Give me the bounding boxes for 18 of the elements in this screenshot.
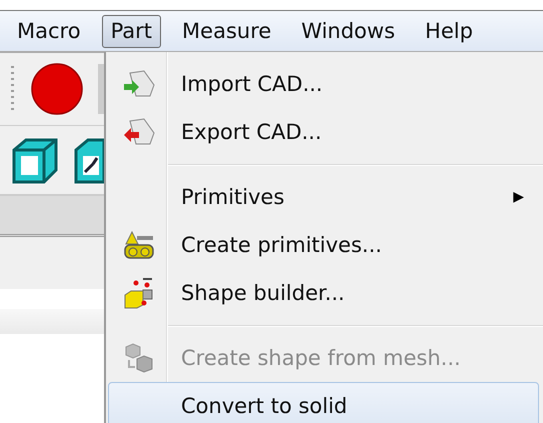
menu-item[interactable]: Help <box>416 14 482 48</box>
menu-item[interactable]: Create primitives... <box>108 221 539 269</box>
menu-item[interactable]: Part <box>102 14 162 48</box>
mesh-to-shape-icon <box>123 343 155 373</box>
menu-item[interactable]: Windows <box>292 14 404 48</box>
primitives-icon <box>123 230 155 260</box>
shape-builder-icon <box>123 277 155 309</box>
menu-item[interactable]: Macro <box>8 14 90 48</box>
menu-item[interactable]: Measure <box>173 14 280 48</box>
menu-item[interactable]: Primitives ▶ <box>108 173 539 221</box>
menu-item[interactable]: Shape builder... <box>108 269 539 317</box>
file-arrow-icon <box>122 69 156 99</box>
submenu-arrow-icon: ▶ <box>513 189 524 205</box>
file-arrow-icon <box>122 117 156 147</box>
menu-item[interactable]: Import CAD... <box>108 60 539 108</box>
menu-item[interactable]: Convert to solid <box>108 382 539 423</box>
record-icon[interactable] <box>30 62 84 116</box>
menu-item[interactable]: Export CAD... <box>108 108 539 156</box>
